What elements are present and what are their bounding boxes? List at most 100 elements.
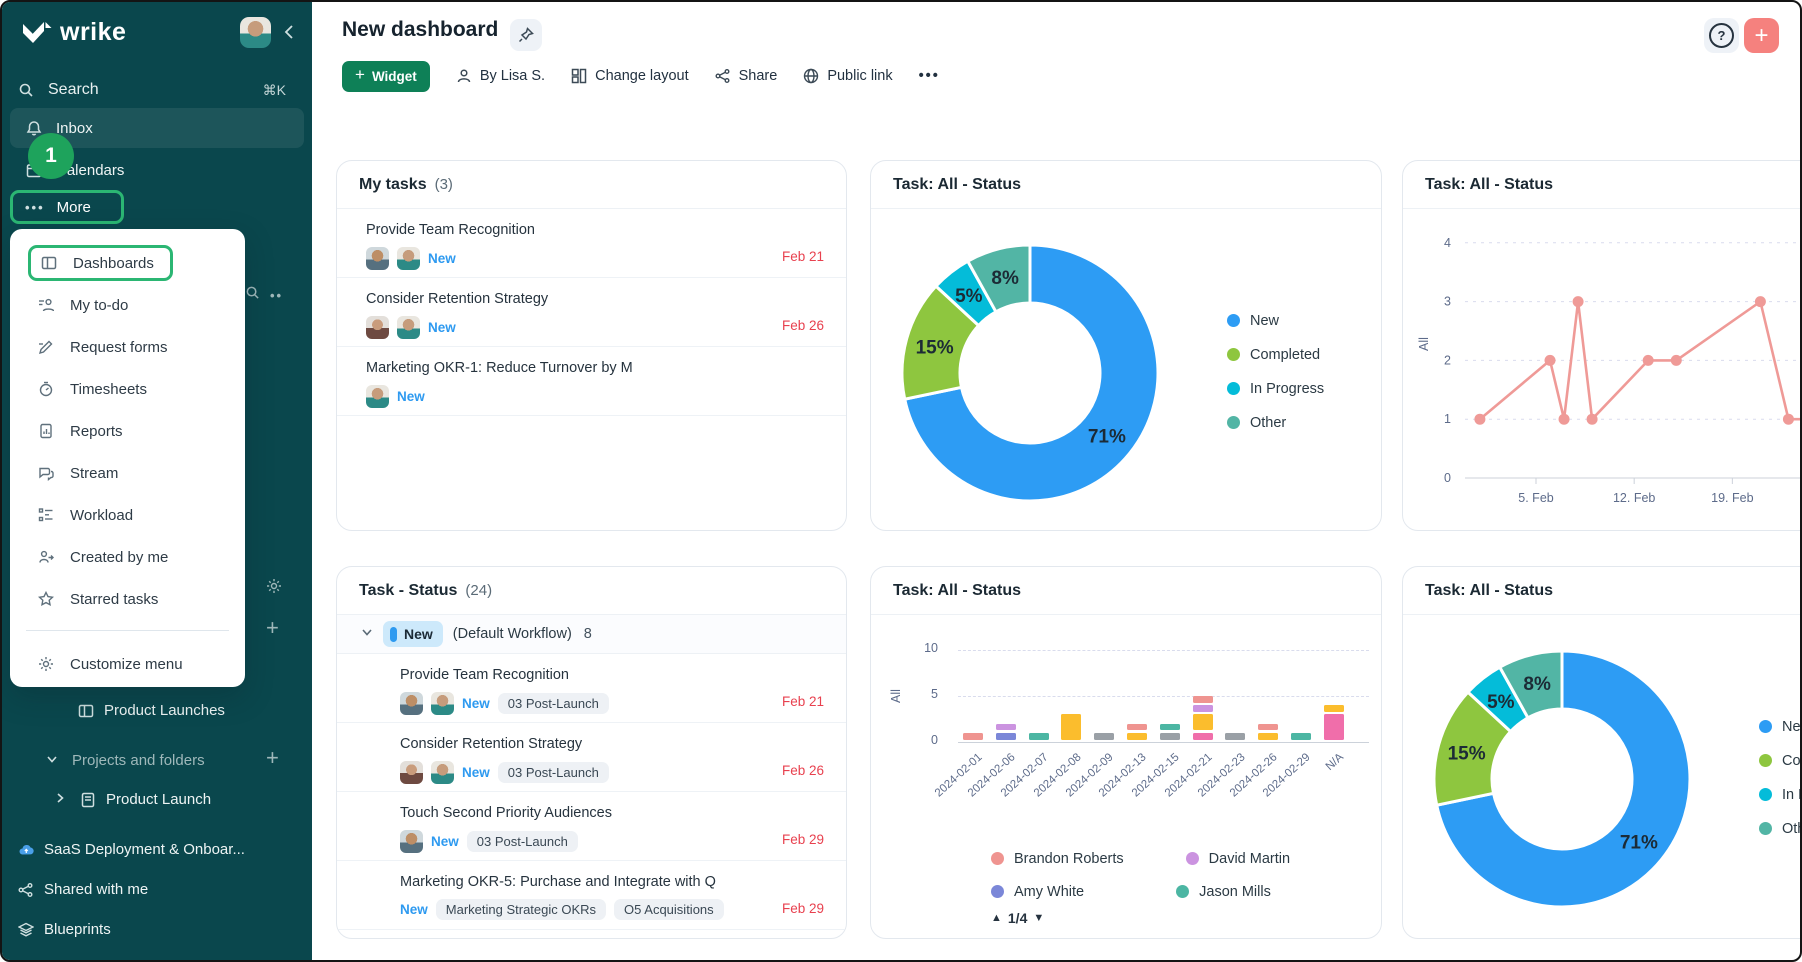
chevron-right-icon [54, 792, 70, 808]
legend-item[interactable]: New [1759, 716, 1802, 737]
page-up-icon[interactable]: ▲ [991, 912, 1002, 924]
author-button[interactable]: By Lisa S. [456, 68, 545, 84]
sidebar-item-product-launch[interactable]: Product Launch [54, 791, 211, 808]
sidebar-item-product-launches[interactable]: Product Launches [78, 702, 225, 719]
legend-item[interactable]: In Progress [1227, 378, 1324, 399]
legend-item[interactable]: Completed [1227, 344, 1324, 365]
due-date: Feb 21 [782, 694, 824, 709]
user-avatar[interactable] [240, 17, 271, 48]
menu-item-request-forms[interactable]: Request forms [10, 326, 245, 368]
menu-item-created-by-me[interactable]: Created by me [10, 536, 245, 578]
change-layout-button[interactable]: Change layout [571, 68, 689, 84]
task-status-link[interactable]: New [428, 251, 456, 266]
svg-text:3: 3 [1444, 295, 1451, 309]
pin-dashboard-button[interactable] [510, 19, 542, 51]
assignee-avatar[interactable] [431, 692, 454, 715]
assignee-avatar[interactable] [400, 761, 423, 784]
collapse-sidebar-icon[interactable] [282, 24, 298, 45]
task-row[interactable]: Marketing OKR-1: Reduce Turnover by M [337, 930, 846, 939]
task-status-link[interactable]: New [400, 902, 428, 917]
space-search-icon[interactable] [245, 285, 260, 305]
svg-text:1: 1 [1444, 412, 1451, 426]
page-down-icon[interactable]: ▼ [1033, 912, 1044, 924]
share-button[interactable]: Share [715, 68, 778, 84]
assignee-avatar[interactable] [366, 316, 389, 339]
task-title[interactable]: Touch Second Priority Audiences [400, 805, 824, 821]
legend-item[interactable]: New [1227, 310, 1324, 331]
legend-item[interactable]: Brandon Roberts [991, 848, 1124, 869]
task-title[interactable]: Consider Retention Strategy [400, 736, 824, 752]
task-row[interactable]: Touch Second Priority Audiences New 03 P… [337, 792, 846, 861]
folder-tag[interactable]: Marketing Strategic OKRs [436, 899, 606, 920]
task-row[interactable]: Provide Team Recognition New Feb 21 [337, 209, 846, 278]
legend-item[interactable]: Other [1759, 818, 1802, 839]
folder-tag[interactable]: 03 Post-Launch [498, 693, 609, 714]
menu-item-timesheets[interactable]: Timesheets [10, 368, 245, 410]
legend-item[interactable]: Amy White [991, 881, 1084, 902]
toolbar-more-icon[interactable]: ••• [919, 68, 940, 84]
chevron-down-icon[interactable] [361, 625, 373, 643]
menu-item-customize-menu[interactable]: Customize menu [10, 643, 245, 685]
task-title[interactable]: Consider Retention Strategy [366, 291, 824, 307]
task-title[interactable]: Marketing OKR-5: Purchase and Integrate … [400, 874, 824, 890]
sidebar-item-blueprints[interactable]: Blueprints [18, 921, 111, 938]
menu-item-starred-tasks[interactable]: Starred tasks [10, 578, 245, 620]
global-add-button[interactable]: + [1744, 18, 1779, 53]
public-link-button[interactable]: Public link [803, 68, 892, 84]
assignee-avatar[interactable] [366, 247, 389, 270]
add-project-icon[interactable]: + [266, 750, 279, 766]
assignee-avatar[interactable] [400, 692, 423, 715]
folder-tag[interactable]: O5 Acquisitions [614, 899, 724, 920]
task-status-link[interactable]: New [431, 834, 459, 849]
task-title[interactable]: Provide Team Recognition [400, 667, 824, 683]
legend-item[interactable]: Completed [1759, 750, 1802, 771]
wrike-logo[interactable]: wrike [22, 18, 126, 47]
task-status-link[interactable]: New [428, 320, 456, 335]
status-group-row[interactable]: New (Default Workflow) 8 [337, 615, 846, 654]
svg-text:71%: 71% [1620, 832, 1658, 853]
legend-item[interactable]: David Martin [1186, 848, 1290, 869]
folder-tag[interactable]: 03 Post-Launch [467, 831, 578, 852]
legend-label: Other [1782, 821, 1802, 837]
add-widget-button[interactable]: + Widget [342, 61, 430, 92]
sidebar-item-more[interactable]: ••• More [10, 190, 124, 224]
assignee-avatar[interactable] [366, 385, 389, 408]
legend-label: Other [1250, 415, 1286, 431]
menu-item-stream[interactable]: Stream [10, 452, 245, 494]
sidebar-search[interactable]: Search ⌘K [18, 74, 298, 106]
due-date: Feb 21 [782, 249, 824, 264]
assignee-avatar[interactable] [397, 316, 420, 339]
menu-item-workload[interactable]: Workload [10, 494, 245, 536]
menu-item-my-todo[interactable]: My to-do [10, 284, 245, 326]
task-status-link[interactable]: New [462, 696, 490, 711]
task-row[interactable]: Marketing OKR-5: Purchase and Integrate … [337, 861, 846, 930]
request-forms-icon [38, 339, 54, 355]
folder-tag[interactable]: 03 Post-Launch [498, 762, 609, 783]
assignee-avatar[interactable] [397, 247, 420, 270]
menu-item-dashboards[interactable]: Dashboards [10, 242, 245, 284]
line-chart: 012345. Feb12. Feb19. Feb [1403, 161, 1802, 531]
space-settings-gear-icon[interactable] [266, 578, 282, 599]
menu-item-reports[interactable]: Reports [10, 410, 245, 452]
task-row[interactable]: Marketing OKR-1: Reduce Turnover by M Ne… [337, 347, 846, 416]
task-row[interactable]: Consider Retention Strategy New 03 Post-… [337, 723, 846, 792]
legend-item[interactable]: Other [1227, 412, 1324, 433]
legend-item[interactable]: Jason Mills [1176, 881, 1271, 902]
legend-item[interactable]: In Progress [1759, 784, 1802, 805]
task-status-link[interactable]: New [397, 389, 425, 404]
sidebar-item-shared-with-me[interactable]: Shared with me [18, 881, 148, 898]
group-count: 8 [584, 626, 592, 642]
sidebar-item-projects-folders[interactable]: Projects and folders [46, 752, 205, 769]
task-title[interactable]: Marketing OKR-1: Reduce Turnover by M [366, 360, 824, 376]
space-more-icon[interactable]: •• [270, 288, 283, 303]
assignee-avatar[interactable] [400, 830, 423, 853]
assignee-avatar[interactable] [431, 761, 454, 784]
share-label: Share [739, 68, 778, 84]
add-space-icon[interactable]: + [266, 620, 279, 636]
task-title[interactable]: Provide Team Recognition [366, 222, 824, 238]
task-row[interactable]: Provide Team Recognition New 03 Post-Lau… [337, 654, 846, 723]
task-status-link[interactable]: New [462, 765, 490, 780]
help-button[interactable]: ? [1704, 18, 1739, 53]
sidebar-item-saas-deployment[interactable]: SaaS Deployment & Onboar... [18, 841, 245, 858]
task-row[interactable]: Consider Retention Strategy New Feb 26 [337, 278, 846, 347]
